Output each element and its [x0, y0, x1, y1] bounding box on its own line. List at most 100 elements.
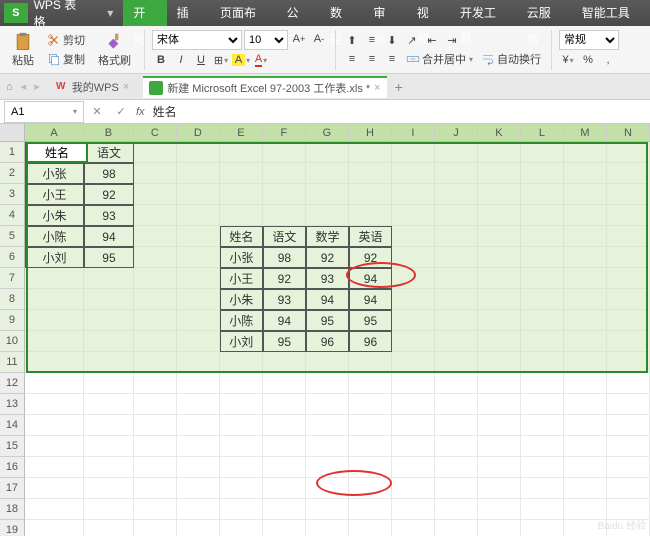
row-header[interactable]: 4	[0, 205, 25, 226]
cell[interactable]	[521, 142, 564, 163]
cell[interactable]	[564, 331, 607, 352]
cell[interactable]	[607, 331, 650, 352]
wrap-text-button[interactable]: 自动换行	[478, 50, 544, 68]
cell[interactable]	[435, 310, 478, 331]
format-painter-button[interactable]: 格式刷	[92, 30, 137, 70]
cell[interactable]	[478, 457, 521, 478]
cell[interactable]: 94	[84, 226, 134, 247]
increase-font-button[interactable]: A+	[290, 30, 308, 48]
cell[interactable]	[25, 457, 84, 478]
menu-tab-formula[interactable]: 公式	[277, 0, 320, 26]
col-header[interactable]: J	[435, 124, 478, 141]
cell[interactable]	[349, 394, 392, 415]
cell[interactable]	[25, 394, 84, 415]
cell[interactable]	[564, 226, 607, 247]
cell[interactable]	[134, 436, 177, 457]
cell[interactable]	[134, 331, 177, 352]
cell[interactable]	[220, 352, 263, 373]
cell[interactable]	[177, 331, 220, 352]
cell[interactable]	[306, 520, 349, 536]
accept-formula-button[interactable]: ✓	[112, 103, 130, 121]
cell[interactable]	[607, 436, 650, 457]
cell[interactable]	[521, 499, 564, 520]
cell[interactable]	[220, 478, 263, 499]
cell[interactable]	[564, 247, 607, 268]
cell[interactable]	[84, 457, 134, 478]
row-header[interactable]: 16	[0, 457, 25, 478]
cell[interactable]	[134, 184, 177, 205]
cell[interactable]	[263, 520, 306, 536]
cell[interactable]	[177, 352, 220, 373]
cell[interactable]	[564, 457, 607, 478]
cell[interactable]	[521, 520, 564, 536]
cell[interactable]	[392, 436, 435, 457]
cell[interactable]	[25, 289, 84, 310]
cell[interactable]	[478, 205, 521, 226]
cell[interactable]	[349, 520, 392, 536]
cell[interactable]	[84, 478, 134, 499]
cell[interactable]	[263, 394, 306, 415]
cell[interactable]	[392, 247, 435, 268]
row-header[interactable]: 1	[0, 142, 25, 163]
cell[interactable]	[220, 142, 263, 163]
cell[interactable]: 94	[306, 289, 349, 310]
copy-button[interactable]: 复制	[44, 50, 88, 68]
cell[interactable]	[84, 268, 134, 289]
cell[interactable]	[435, 331, 478, 352]
menu-tab-dev[interactable]: 开发工具	[450, 0, 517, 26]
cell[interactable]	[564, 268, 607, 289]
cell[interactable]	[84, 310, 134, 331]
paste-button[interactable]: 粘贴	[6, 30, 40, 70]
cell[interactable]	[435, 373, 478, 394]
cell[interactable]	[306, 457, 349, 478]
cell[interactable]	[263, 499, 306, 520]
cell[interactable]	[177, 457, 220, 478]
cell[interactable]	[607, 394, 650, 415]
cell[interactable]	[607, 310, 650, 331]
cell[interactable]	[521, 310, 564, 331]
row-header[interactable]: 5	[0, 226, 25, 247]
select-all-corner[interactable]	[0, 124, 25, 142]
cell[interactable]	[521, 457, 564, 478]
cell[interactable]	[478, 310, 521, 331]
orientation-button[interactable]: ↗	[403, 31, 421, 49]
cell[interactable]	[521, 247, 564, 268]
col-header[interactable]: G	[306, 124, 349, 141]
align-bottom-button[interactable]: ⬇	[383, 31, 401, 49]
menu-tab-cloud[interactable]: 云服务	[517, 0, 572, 26]
cell[interactable]	[521, 268, 564, 289]
cell[interactable]	[564, 163, 607, 184]
cell[interactable]	[607, 373, 650, 394]
cell[interactable]: 姓名	[220, 226, 263, 247]
cell[interactable]	[25, 331, 84, 352]
cell[interactable]	[84, 352, 134, 373]
cell[interactable]	[263, 373, 306, 394]
cell[interactable]	[349, 205, 392, 226]
col-header[interactable]: A	[25, 124, 84, 141]
name-box[interactable]: A1 ▾	[4, 101, 84, 123]
cell[interactable]	[564, 310, 607, 331]
cell[interactable]	[134, 310, 177, 331]
cell[interactable]	[349, 163, 392, 184]
cell[interactable]	[306, 478, 349, 499]
cell[interactable]	[521, 184, 564, 205]
cell[interactable]	[435, 247, 478, 268]
cell[interactable]	[435, 415, 478, 436]
cell[interactable]	[134, 142, 177, 163]
cell[interactable]	[564, 205, 607, 226]
cell[interactable]	[607, 289, 650, 310]
cell[interactable]	[607, 163, 650, 184]
cell[interactable]	[263, 436, 306, 457]
cell[interactable]: 98	[84, 163, 134, 184]
cell[interactable]: 95	[263, 331, 306, 352]
cell[interactable]	[607, 415, 650, 436]
cell[interactable]	[521, 415, 564, 436]
cell[interactable]	[521, 163, 564, 184]
cell[interactable]	[435, 478, 478, 499]
cell[interactable]	[607, 184, 650, 205]
cell[interactable]: 姓名	[25, 142, 84, 163]
cell[interactable]	[392, 205, 435, 226]
cell[interactable]	[478, 436, 521, 457]
underline-button[interactable]: U	[192, 51, 210, 69]
cell[interactable]	[478, 415, 521, 436]
